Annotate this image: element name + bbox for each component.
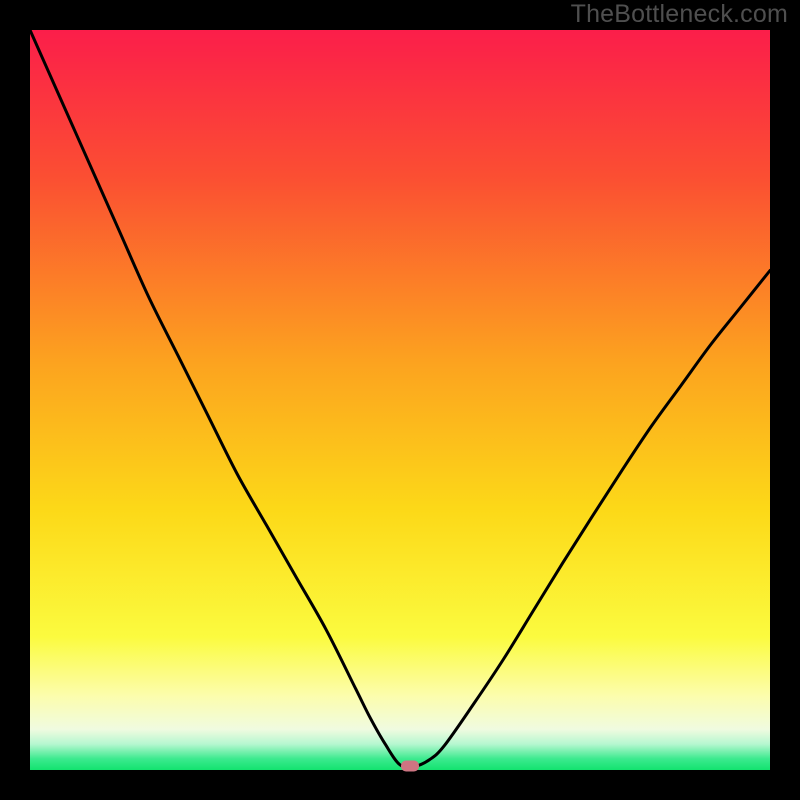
chart-frame: TheBottleneck.com (0, 0, 800, 800)
bottleneck-curve (30, 30, 770, 770)
optimal-point-marker (401, 760, 419, 771)
watermark-text: TheBottleneck.com (571, 0, 788, 29)
plot-area (30, 30, 770, 770)
